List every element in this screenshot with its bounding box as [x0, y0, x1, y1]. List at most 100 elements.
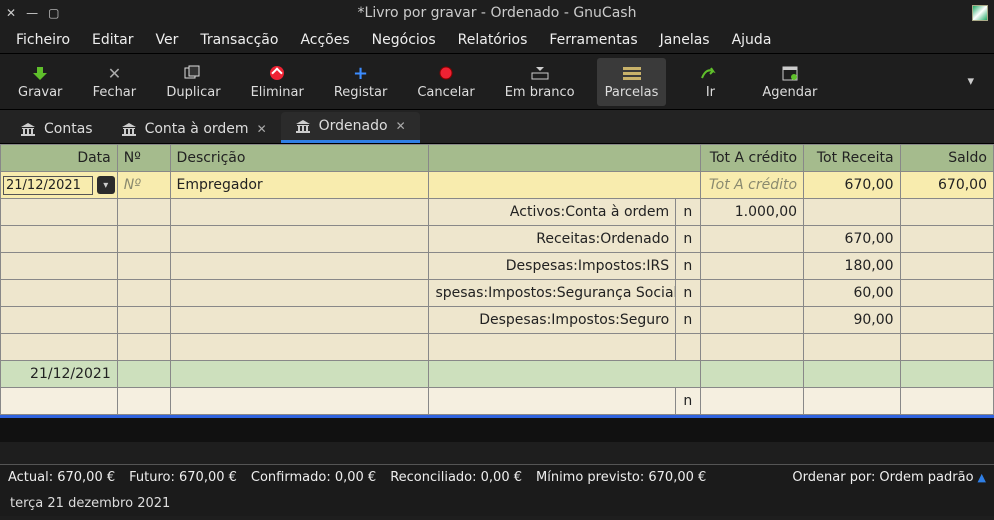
- record-icon: [438, 63, 454, 83]
- toolbar-eliminar[interactable]: Eliminar: [243, 58, 312, 106]
- cell-saldo: 670,00: [900, 172, 993, 199]
- split-credit[interactable]: 180,00: [804, 253, 900, 280]
- split-debit[interactable]: [700, 307, 804, 334]
- split-credit[interactable]: 90,00: [804, 307, 900, 334]
- toolbar: Gravar ✕ Fechar Duplicar Eliminar + Regi…: [0, 54, 994, 110]
- split-account[interactable]: Activos:Conta à ordem: [429, 199, 676, 226]
- blank-date[interactable]: 21/12/2021: [1, 361, 118, 388]
- cell-no[interactable]: Nº: [117, 172, 170, 199]
- menu-relatorios[interactable]: Relatórios: [448, 28, 538, 52]
- split-row[interactable]: Activos:Conta à ordem n 1.000,00: [1, 199, 994, 226]
- split-account[interactable]: Despesas:Impostos:IRS: [429, 253, 676, 280]
- split-credit[interactable]: 60,00: [804, 280, 900, 307]
- cell-descricao[interactable]: Empregador: [170, 172, 429, 199]
- trailing-rec[interactable]: n: [676, 388, 700, 415]
- toolbar-cancelar[interactable]: Cancelar: [409, 58, 482, 106]
- status-date: terça 21 dezembro 2021: [10, 496, 170, 511]
- summary-bar: Actual: 670,00 € Futuro: 670,00 € Confir…: [0, 464, 994, 490]
- order-by[interactable]: Ordenar por: Ordem padrão ▲: [792, 470, 986, 485]
- column-header-row: Data Nº Descrição Tot A crédito Tot Rece…: [1, 145, 994, 172]
- bank-icon: [295, 119, 311, 133]
- window-minimize-icon[interactable]: —: [26, 6, 38, 20]
- split-account[interactable]: spesas:Impostos:Segurança Social: [429, 280, 676, 307]
- tab-contas[interactable]: Contas: [6, 115, 107, 143]
- menu-ver[interactable]: Ver: [145, 28, 188, 52]
- summary-actual: Actual: 670,00 €: [8, 470, 115, 485]
- split-account[interactable]: Despesas:Impostos:Seguro: [429, 307, 676, 334]
- menu-negocios[interactable]: Negócios: [362, 28, 446, 52]
- close-icon[interactable]: ✕: [257, 122, 267, 136]
- jump-icon: [701, 63, 719, 83]
- split-debit[interactable]: [700, 226, 804, 253]
- split-rec[interactable]: n: [676, 199, 700, 226]
- duplicate-icon: [184, 63, 202, 83]
- ledger-table: Data Nº Descrição Tot A crédito Tot Rece…: [0, 144, 994, 415]
- split-debit[interactable]: [700, 280, 804, 307]
- chevron-down-icon[interactable]: ▾: [97, 176, 115, 194]
- tab-conta-a-ordem[interactable]: Conta à ordem ✕: [107, 115, 281, 143]
- toolbar-ir[interactable]: Ir: [680, 58, 740, 106]
- delete-icon: [269, 63, 285, 83]
- date-input[interactable]: 21/12/2021: [3, 176, 93, 195]
- split-rec[interactable]: n: [676, 280, 700, 307]
- split-row-empty[interactable]: [1, 334, 994, 361]
- col-no[interactable]: Nº: [117, 145, 170, 172]
- close-icon[interactable]: ✕: [396, 119, 406, 133]
- save-icon: [31, 63, 49, 83]
- window-maximize-icon[interactable]: ▢: [48, 6, 59, 20]
- menu-editar[interactable]: Editar: [82, 28, 143, 52]
- blank-icon: [531, 63, 549, 83]
- toolbar-agendar[interactable]: Agendar: [754, 58, 825, 106]
- split-rec[interactable]: n: [676, 226, 700, 253]
- split-rec[interactable]: n: [676, 307, 700, 334]
- window-close-icon[interactable]: ✕: [6, 6, 16, 20]
- col-descricao[interactable]: Descrição: [170, 145, 429, 172]
- menu-accoes[interactable]: Acções: [290, 28, 359, 52]
- transaction-row[interactable]: 21/12/2021 ▾ Nº Empregador Tot A crédito…: [1, 172, 994, 199]
- window-title: *Livro por gravar - Ordenado - GnuCash: [358, 5, 637, 21]
- toolbar-duplicar[interactable]: Duplicar: [158, 58, 228, 106]
- tab-ordenado[interactable]: Ordenado ✕: [281, 112, 420, 143]
- cell-transfer[interactable]: [429, 172, 700, 199]
- summary-confirmado: Confirmado: 0,00 €: [251, 470, 376, 485]
- app-logo-icon: [972, 5, 988, 21]
- menu-ajuda[interactable]: Ajuda: [722, 28, 782, 52]
- status-bar: terça 21 dezembro 2021: [0, 490, 994, 516]
- toolbar-embranco[interactable]: Em branco: [497, 58, 583, 106]
- split-rec[interactable]: n: [676, 253, 700, 280]
- menu-ficheiro[interactable]: Ficheiro: [6, 28, 80, 52]
- split-credit[interactable]: [804, 199, 900, 226]
- split-row[interactable]: spesas:Impostos:Segurança Social n 60,00: [1, 280, 994, 307]
- col-data[interactable]: Data: [1, 145, 118, 172]
- split-credit[interactable]: 670,00: [804, 226, 900, 253]
- summary-futuro: Futuro: 670,00 €: [129, 470, 237, 485]
- blank-transaction-row[interactable]: 21/12/2021: [1, 361, 994, 388]
- toolbar-parcelas[interactable]: Parcelas: [597, 58, 667, 106]
- col-tot-receita[interactable]: Tot Receita: [804, 145, 900, 172]
- window-titlebar: ✕ — ▢ *Livro por gravar - Ordenado - Gnu…: [0, 0, 994, 26]
- cell-tot-receita[interactable]: 670,00: [804, 172, 900, 199]
- toolbar-gravar[interactable]: Gravar: [10, 58, 70, 106]
- summary-reconciliado: Reconciliado: 0,00 €: [390, 470, 522, 485]
- split-account[interactable]: Receitas:Ordenado: [429, 226, 676, 253]
- toolbar-overflow-icon[interactable]: ▾: [957, 74, 984, 89]
- summary-minimo: Mínimo previsto: 670,00 €: [536, 470, 706, 485]
- menubar: Ficheiro Editar Ver Transacção Acções Ne…: [0, 26, 994, 54]
- split-debit[interactable]: [700, 253, 804, 280]
- col-blank[interactable]: [429, 145, 700, 172]
- trailing-split-row[interactable]: n: [1, 388, 994, 415]
- split-row[interactable]: Despesas:Impostos:Seguro n 90,00: [1, 307, 994, 334]
- toolbar-registar[interactable]: + Registar: [326, 58, 396, 106]
- split-debit[interactable]: 1.000,00: [700, 199, 804, 226]
- col-saldo[interactable]: Saldo: [900, 145, 993, 172]
- cell-tot-credito[interactable]: Tot A crédito: [700, 172, 804, 199]
- split-row[interactable]: Receitas:Ordenado n 670,00: [1, 226, 994, 253]
- menu-janelas[interactable]: Janelas: [650, 28, 720, 52]
- split-row[interactable]: Despesas:Impostos:IRS n 180,00: [1, 253, 994, 280]
- toolbar-fechar[interactable]: ✕ Fechar: [84, 58, 144, 106]
- menu-transaccao[interactable]: Transacção: [190, 28, 288, 52]
- menu-ferramentas[interactable]: Ferramentas: [539, 28, 647, 52]
- sort-asc-icon: ▲: [978, 471, 986, 484]
- col-tot-credito[interactable]: Tot A crédito: [700, 145, 804, 172]
- close-icon: ✕: [108, 63, 121, 83]
